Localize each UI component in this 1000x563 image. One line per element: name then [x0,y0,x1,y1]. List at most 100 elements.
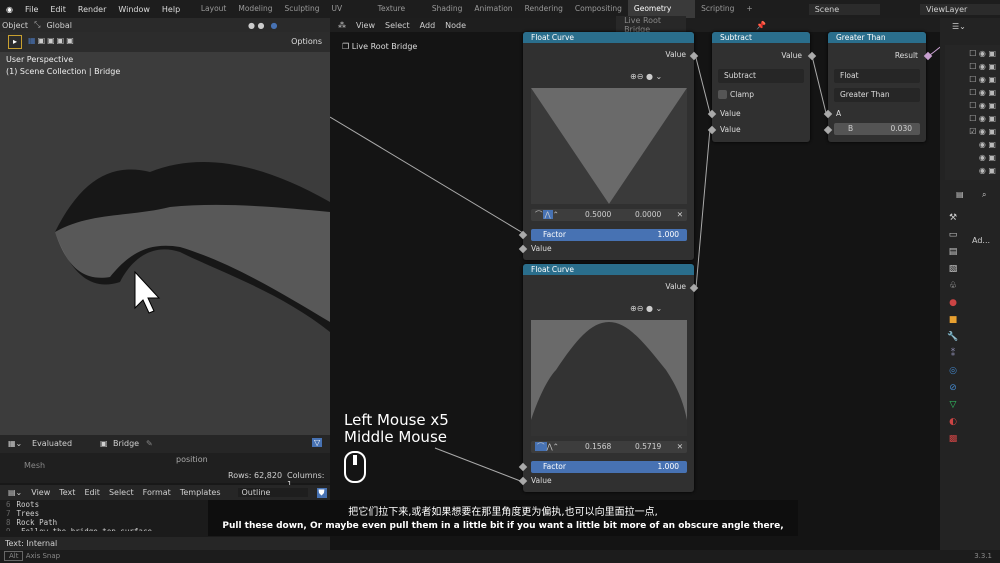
menu-window[interactable]: Window [112,5,156,14]
te-menu-text[interactable]: Text [59,488,75,497]
text-editor-icon[interactable]: ▤⌄ [8,488,22,497]
point-x-field[interactable]: 0.5000 [585,209,611,221]
zoom-in-icon[interactable]: ⊕⊖ ● ⌄ [630,72,662,81]
point-y-field[interactable]: 0.5719 [635,441,661,453]
tab-texture-paint[interactable]: Texture Paint [372,0,426,31]
menu-edit[interactable]: Edit [44,5,72,14]
particles-tab-icon[interactable]: ⁑ [946,349,960,359]
ne-menu-add[interactable]: Add [420,21,436,30]
point-x-field[interactable]: 0.1568 [585,441,611,453]
menu-render[interactable]: Render [72,5,112,14]
column-header-position[interactable]: position [176,455,208,464]
float-curve-node-2[interactable]: Float Curve Value ⊕⊖ ● ⌄ ⌒ ⋀⌃ 0.1568 0.57… [518,264,694,492]
shading-solid-icon[interactable]: ● ● [248,21,265,30]
greater-than-node[interactable]: Greater Than Result Float Greater Than A… [828,32,926,142]
tab-sculpting[interactable]: Sculpting [279,0,326,18]
node-title[interactable]: Subtract [712,32,810,43]
filter-icon[interactable]: ▽ [312,438,323,447]
scene-tab-icon[interactable]: ♧ [946,281,960,291]
zoom-in-icon[interactable]: ⊕⊖ ● ⌄ [630,304,662,313]
tool-tab-icon[interactable]: ⚒ [946,213,960,223]
data-tab-icon[interactable]: ▽ [946,400,960,410]
node-title[interactable]: Float Curve [523,32,694,43]
search-icon[interactable]: ⌕ [982,190,986,200]
constraints-tab-icon[interactable]: ⊘ [946,383,960,393]
physics-tab-icon[interactable]: ◎ [946,366,960,376]
properties-editor-icon[interactable]: ▤ [956,190,964,199]
factor-field[interactable]: Factor 1.000 [531,229,687,241]
3d-viewport[interactable]: User Perspective (1) Scene Collection | … [0,52,330,435]
te-menu-edit[interactable]: Edit [84,488,100,497]
factor-field[interactable]: Factor 1.000 [531,461,687,473]
select-tool-icon[interactable]: ▸ [8,35,22,49]
material-tab-icon[interactable]: ◐ [946,417,960,427]
render-tab-icon[interactable]: ▭ [946,230,960,240]
view-layer-tab-icon[interactable]: ▧ [946,264,960,274]
options-button[interactable]: Options [291,37,322,46]
blender-logo-icon[interactable]: ◉ [0,5,19,14]
curve-graph[interactable] [531,88,687,204]
outliner-row[interactable]: ◉ ▣ [945,138,996,151]
texture-tab-icon[interactable]: ▩ [946,434,960,444]
delete-point-icon[interactable]: ✕ [677,441,683,453]
menu-file[interactable]: File [19,5,44,14]
menu-help[interactable]: Help [156,5,186,14]
output-tab-icon[interactable]: ▤ [946,247,960,257]
subtract-node[interactable]: Subtract Value Subtract Clamp Value Valu… [712,32,810,142]
te-menu-format[interactable]: Format [143,488,171,497]
outliner-row[interactable]: ☐ ◉ ▣ [945,60,996,73]
operation-dropdown[interactable]: Subtract [718,69,804,83]
tab-animation[interactable]: Animation [468,0,518,18]
point-y-field[interactable]: 0.0000 [635,209,661,221]
outliner-row[interactable]: ☐ ◉ ▣ [945,47,996,60]
b-field[interactable]: B 0.030 [834,123,920,135]
mode-selector[interactable]: Object [2,21,28,30]
tab-scripting[interactable]: Scripting [695,0,740,18]
te-menu-select[interactable]: Select [109,488,134,497]
pin-icon[interactable]: ✎ [146,439,153,448]
tab-shading[interactable]: Shading [426,0,468,18]
operation-dropdown[interactable]: Greater Than [834,88,920,102]
clamp-checkbox[interactable] [718,90,727,99]
node-title[interactable]: Float Curve [523,264,694,275]
shield-icon[interactable]: ⛊ [316,487,327,498]
spreadsheet-editor-icon[interactable]: ▦⌄ [8,439,22,448]
outliner-row[interactable]: ☐ ◉ ▣ [945,86,996,99]
node-editor[interactable]: ❐ Live Root Bridge Float Curve Value ⊕⊖ … [330,32,940,550]
text-file-selector[interactable]: Outline [237,488,308,497]
orientation-selector[interactable]: Global [46,21,72,30]
object-tab-icon[interactable]: ■ [946,315,960,325]
editor-type-icon[interactable]: ⁂ [338,21,346,30]
tab-rendering[interactable]: Rendering [519,0,569,18]
outliner-row[interactable]: ◉ ▣ [945,164,996,177]
data-type-dropdown[interactable]: Float [834,69,920,83]
outliner-row[interactable]: ☑ ◉ ▣ [945,125,996,138]
curve-graph[interactable] [531,320,687,436]
handle-type-icons[interactable]: ⌒⋀⌃ [531,210,559,219]
select-mode-icons[interactable]: ▦▣▣▣▣ [28,36,76,45]
evaluation-mode-dropdown[interactable]: Evaluated [32,439,92,448]
view-layer-selector[interactable]: ViewLayer [920,3,1000,15]
outliner-filter-icon[interactable]: ☰⌄ [952,22,966,31]
ne-menu-select[interactable]: Select [385,21,410,30]
pin-icon[interactable]: 📌 [756,21,766,30]
te-menu-view[interactable]: View [31,488,50,497]
delete-point-icon[interactable]: ✕ [677,209,683,221]
shading-rendered-icon[interactable]: ● [271,21,278,30]
outliner-row[interactable]: ☐ ◉ ▣ [945,112,996,125]
outliner-row[interactable]: ☐ ◉ ▣ [945,73,996,86]
node-title[interactable]: Greater Than [828,32,926,43]
tab-layout[interactable]: Layout [195,0,233,18]
te-menu-templates[interactable]: Templates [180,488,221,497]
scene-selector[interactable]: Scene [808,3,880,15]
world-tab-icon[interactable]: ● [946,298,960,308]
tab-modeling[interactable]: Modeling [232,0,278,18]
add-modifier-dropdown[interactable]: Ad... [972,236,990,245]
outliner-row[interactable]: ☐ ◉ ▣ [945,99,996,112]
add-workspace-button[interactable]: + [740,0,758,18]
float-curve-node-1[interactable]: Float Curve Value ⊕⊖ ● ⌄ ⌒ ⋀ ⌃ 0.5000 0.00… [518,32,694,260]
modifier-tab-icon[interactable]: 🔧 [946,332,960,342]
spreadsheet[interactable]: Mesh position Rows: 62,820 Columns: 1 [0,453,330,489]
outliner-row[interactable]: ◉ ▣ [945,151,996,164]
ne-menu-view[interactable]: View [356,21,375,30]
